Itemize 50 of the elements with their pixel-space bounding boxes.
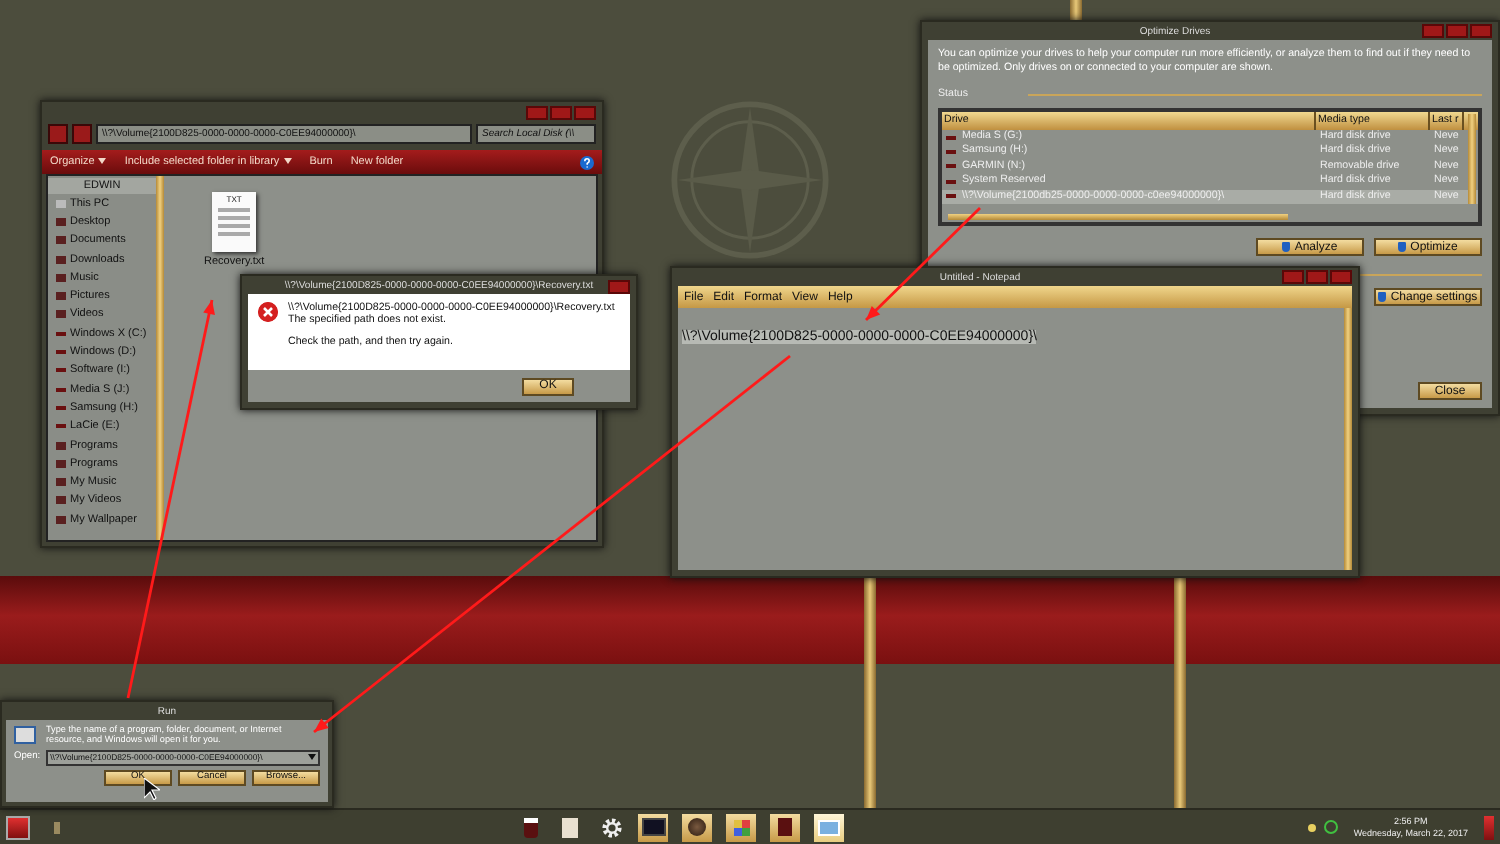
monitor-icon xyxy=(641,818,666,836)
back-button[interactable] xyxy=(48,124,68,144)
window-icon xyxy=(818,819,841,835)
drive-icon xyxy=(56,405,66,410)
taskbar-button[interactable] xyxy=(726,813,757,841)
maximize-button[interactable] xyxy=(1306,270,1328,284)
document-icon[interactable] xyxy=(562,817,579,837)
drive-icon xyxy=(56,331,66,336)
sphere-icon xyxy=(688,818,707,836)
minimize-button[interactable] xyxy=(1282,270,1304,284)
settings-icon[interactable] xyxy=(603,817,623,837)
taskbar-button[interactable] xyxy=(770,813,801,841)
help-icon[interactable] xyxy=(580,155,594,169)
drive-icon xyxy=(56,350,66,355)
drive-icon xyxy=(56,387,66,392)
pin-icon[interactable] xyxy=(54,821,60,833)
start-button[interactable] xyxy=(6,815,30,839)
cursor-icon xyxy=(144,778,160,800)
close-button[interactable] xyxy=(1330,270,1352,284)
book-icon xyxy=(778,818,793,836)
close-button[interactable] xyxy=(1470,24,1492,38)
maximize-button[interactable] xyxy=(550,106,572,120)
dropdown-icon[interactable] xyxy=(308,754,316,761)
run-icon xyxy=(14,726,36,744)
annotation-arrow xyxy=(865,207,981,321)
scrollbar[interactable] xyxy=(1468,114,1476,204)
tiles-icon xyxy=(733,819,750,835)
close-button[interactable] xyxy=(608,280,630,294)
error-icon xyxy=(258,302,278,322)
tray-icon[interactable] xyxy=(1307,823,1316,831)
shield-icon xyxy=(1282,242,1291,252)
shield-icon xyxy=(1398,242,1407,252)
maximize-button[interactable] xyxy=(1446,24,1468,38)
show-desktop-button[interactable] xyxy=(1484,815,1494,839)
scrollbar[interactable] xyxy=(1344,308,1352,570)
horizontal-scrollbar[interactable] xyxy=(948,214,1288,220)
scrollbar[interactable] xyxy=(156,176,164,540)
forward-button[interactable] xyxy=(72,124,92,144)
shield-icon xyxy=(1378,292,1387,302)
drive-icon xyxy=(56,368,66,373)
taskbar-button[interactable] xyxy=(638,813,669,841)
minimize-button[interactable] xyxy=(1422,24,1444,38)
cup-icon[interactable] xyxy=(524,817,539,837)
drive-icon xyxy=(56,424,66,429)
taskbar-button[interactable] xyxy=(814,813,845,841)
network-icon[interactable] xyxy=(1323,820,1338,834)
computer-icon xyxy=(56,199,66,208)
close-button[interactable] xyxy=(574,106,596,120)
taskbar-button[interactable] xyxy=(682,813,713,841)
minimize-button[interactable] xyxy=(526,106,548,120)
